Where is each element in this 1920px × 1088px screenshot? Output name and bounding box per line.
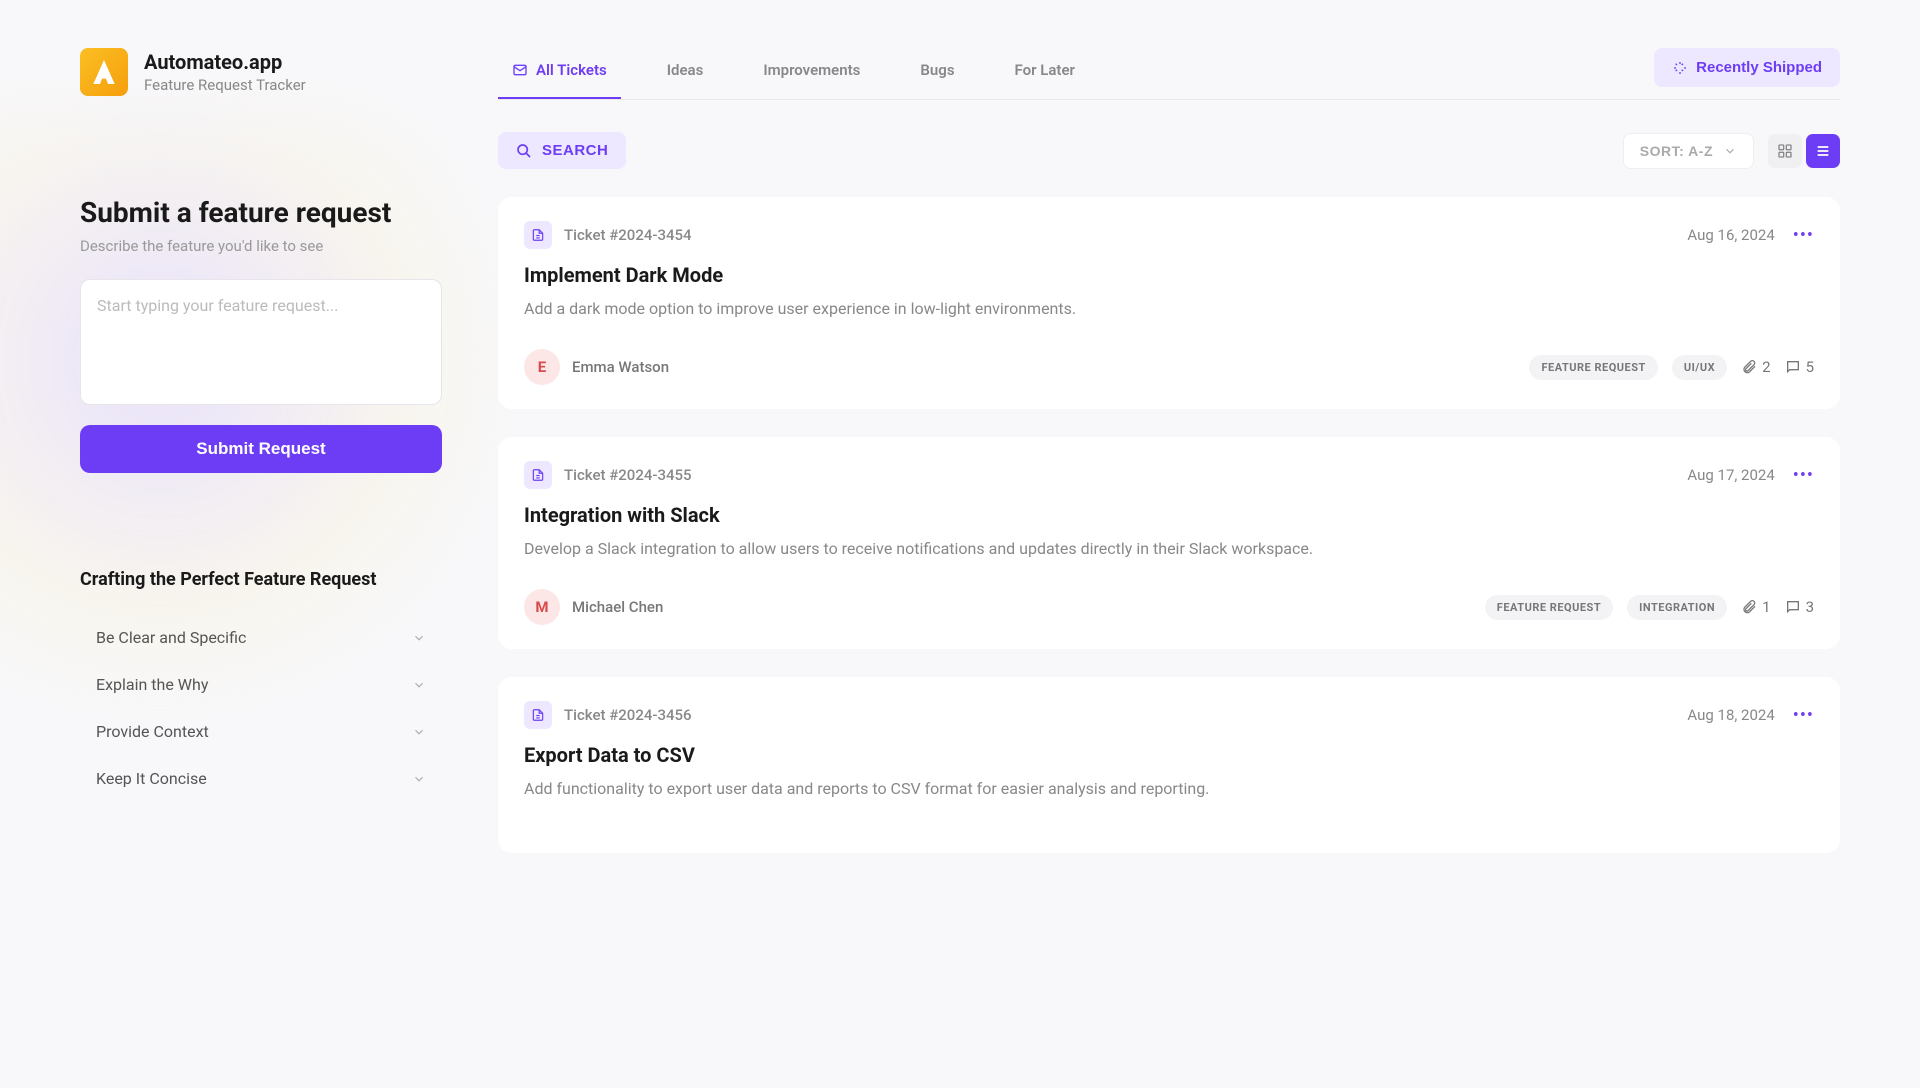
ticket-list: Ticket #2024-3454 Aug 16, 2024 ••• Imple… (498, 197, 1840, 853)
ticket-title: Export Data to CSV (524, 743, 1814, 767)
tab-bugs[interactable]: Bugs (906, 49, 968, 99)
tag: FEATURE REQUEST (1529, 355, 1657, 380)
ticket-description: Add a dark mode option to improve user e… (524, 297, 1814, 321)
author-name: Emma Watson (572, 358, 669, 376)
form-title: Submit a feature request (80, 196, 442, 229)
tab-improvements[interactable]: Improvements (749, 49, 874, 99)
tip-label: Be Clear and Specific (96, 628, 246, 647)
tag: INTEGRATION (1627, 595, 1727, 620)
ticket-id: Ticket #2024-3455 (564, 466, 692, 484)
list-view-button[interactable] (1806, 134, 1840, 168)
ticket-id: Ticket #2024-3456 (564, 706, 692, 724)
mail-icon (512, 62, 528, 78)
ticket-description: Develop a Slack integration to allow use… (524, 537, 1814, 561)
sidebar: Automateo.app Feature Request Tracker Su… (80, 48, 442, 881)
logo: Automateo.app Feature Request Tracker (80, 48, 442, 96)
tip-item[interactable]: Keep It Concise (80, 755, 442, 802)
tip-item[interactable]: Be Clear and Specific (80, 614, 442, 661)
document-icon (524, 701, 552, 729)
ticket-card[interactable]: Ticket #2024-3454 Aug 16, 2024 ••• Imple… (498, 197, 1840, 409)
avatar: E (524, 349, 560, 385)
paperclip-icon (1741, 359, 1757, 375)
comment-count: 3 (1785, 598, 1814, 616)
ticket-title: Implement Dark Mode (524, 263, 1814, 287)
sparkle-icon (1672, 60, 1688, 76)
tip-item[interactable]: Provide Context (80, 708, 442, 755)
tab-all-tickets[interactable]: All Tickets (498, 49, 621, 99)
main-content: All Tickets Ideas Improvements Bugs For Late… (498, 48, 1840, 881)
search-button[interactable]: SEARCH (498, 132, 626, 169)
document-icon (524, 461, 552, 489)
tabs: All Tickets Ideas Improvements Bugs For Late… (498, 49, 1089, 99)
tab-ideas[interactable]: Ideas (653, 49, 718, 99)
ticket-card[interactable]: Ticket #2024-3456 Aug 18, 2024 ••• Expor… (498, 677, 1840, 853)
author: M Michael Chen (524, 589, 663, 625)
paperclip-icon (1741, 599, 1757, 615)
tip-label: Explain the Why (96, 675, 208, 694)
recently-shipped-button[interactable]: Recently Shipped (1654, 48, 1840, 87)
feature-request-input[interactable] (80, 279, 442, 405)
tip-label: Keep It Concise (96, 769, 207, 788)
attachment-count: 2 (1741, 358, 1770, 376)
chevron-down-icon (412, 631, 426, 645)
comment-icon (1785, 359, 1801, 375)
more-button[interactable]: ••• (1793, 465, 1814, 486)
chevron-down-icon (412, 772, 426, 786)
grid-view-button[interactable] (1768, 134, 1802, 168)
tag: UI/UX (1672, 355, 1727, 380)
grid-icon (1777, 143, 1793, 159)
comment-icon (1785, 599, 1801, 615)
tag: FEATURE REQUEST (1485, 595, 1613, 620)
ticket-card[interactable]: Ticket #2024-3455 Aug 17, 2024 ••• Integ… (498, 437, 1840, 649)
ticket-date: Aug 17, 2024 (1687, 466, 1774, 484)
search-icon (516, 143, 532, 159)
author-name: Michael Chen (572, 598, 663, 616)
tip-item[interactable]: Explain the Why (80, 661, 442, 708)
app-title: Automateo.app (144, 50, 306, 74)
ticket-title: Integration with Slack (524, 503, 1814, 527)
submit-button[interactable]: Submit Request (80, 425, 442, 473)
chevron-down-icon (412, 678, 426, 692)
tips-list: Be Clear and Specific Explain the Why Prov… (80, 614, 442, 802)
more-button[interactable]: ••• (1793, 705, 1814, 726)
logo-icon (80, 48, 128, 96)
ticket-id: Ticket #2024-3454 (564, 226, 692, 244)
ticket-description: Add functionality to export user data an… (524, 777, 1814, 801)
tips-title: Crafting the Perfect Feature Request (80, 569, 442, 590)
more-button[interactable]: ••• (1793, 225, 1814, 246)
sort-button[interactable]: SORT: A-Z (1623, 133, 1754, 169)
chevron-down-icon (1723, 144, 1737, 158)
ticket-date: Aug 16, 2024 (1687, 226, 1774, 244)
ticket-date: Aug 18, 2024 (1687, 706, 1774, 724)
comment-count: 5 (1785, 358, 1814, 376)
tab-for-later[interactable]: For Later (1001, 49, 1089, 99)
app-subtitle: Feature Request Tracker (144, 76, 306, 94)
tip-label: Provide Context (96, 722, 209, 741)
list-icon (1815, 143, 1831, 159)
attachment-count: 1 (1741, 598, 1770, 616)
avatar: M (524, 589, 560, 625)
form-subtitle: Describe the feature you'd like to see (80, 237, 442, 255)
document-icon (524, 221, 552, 249)
author: E Emma Watson (524, 349, 669, 385)
chevron-down-icon (412, 725, 426, 739)
